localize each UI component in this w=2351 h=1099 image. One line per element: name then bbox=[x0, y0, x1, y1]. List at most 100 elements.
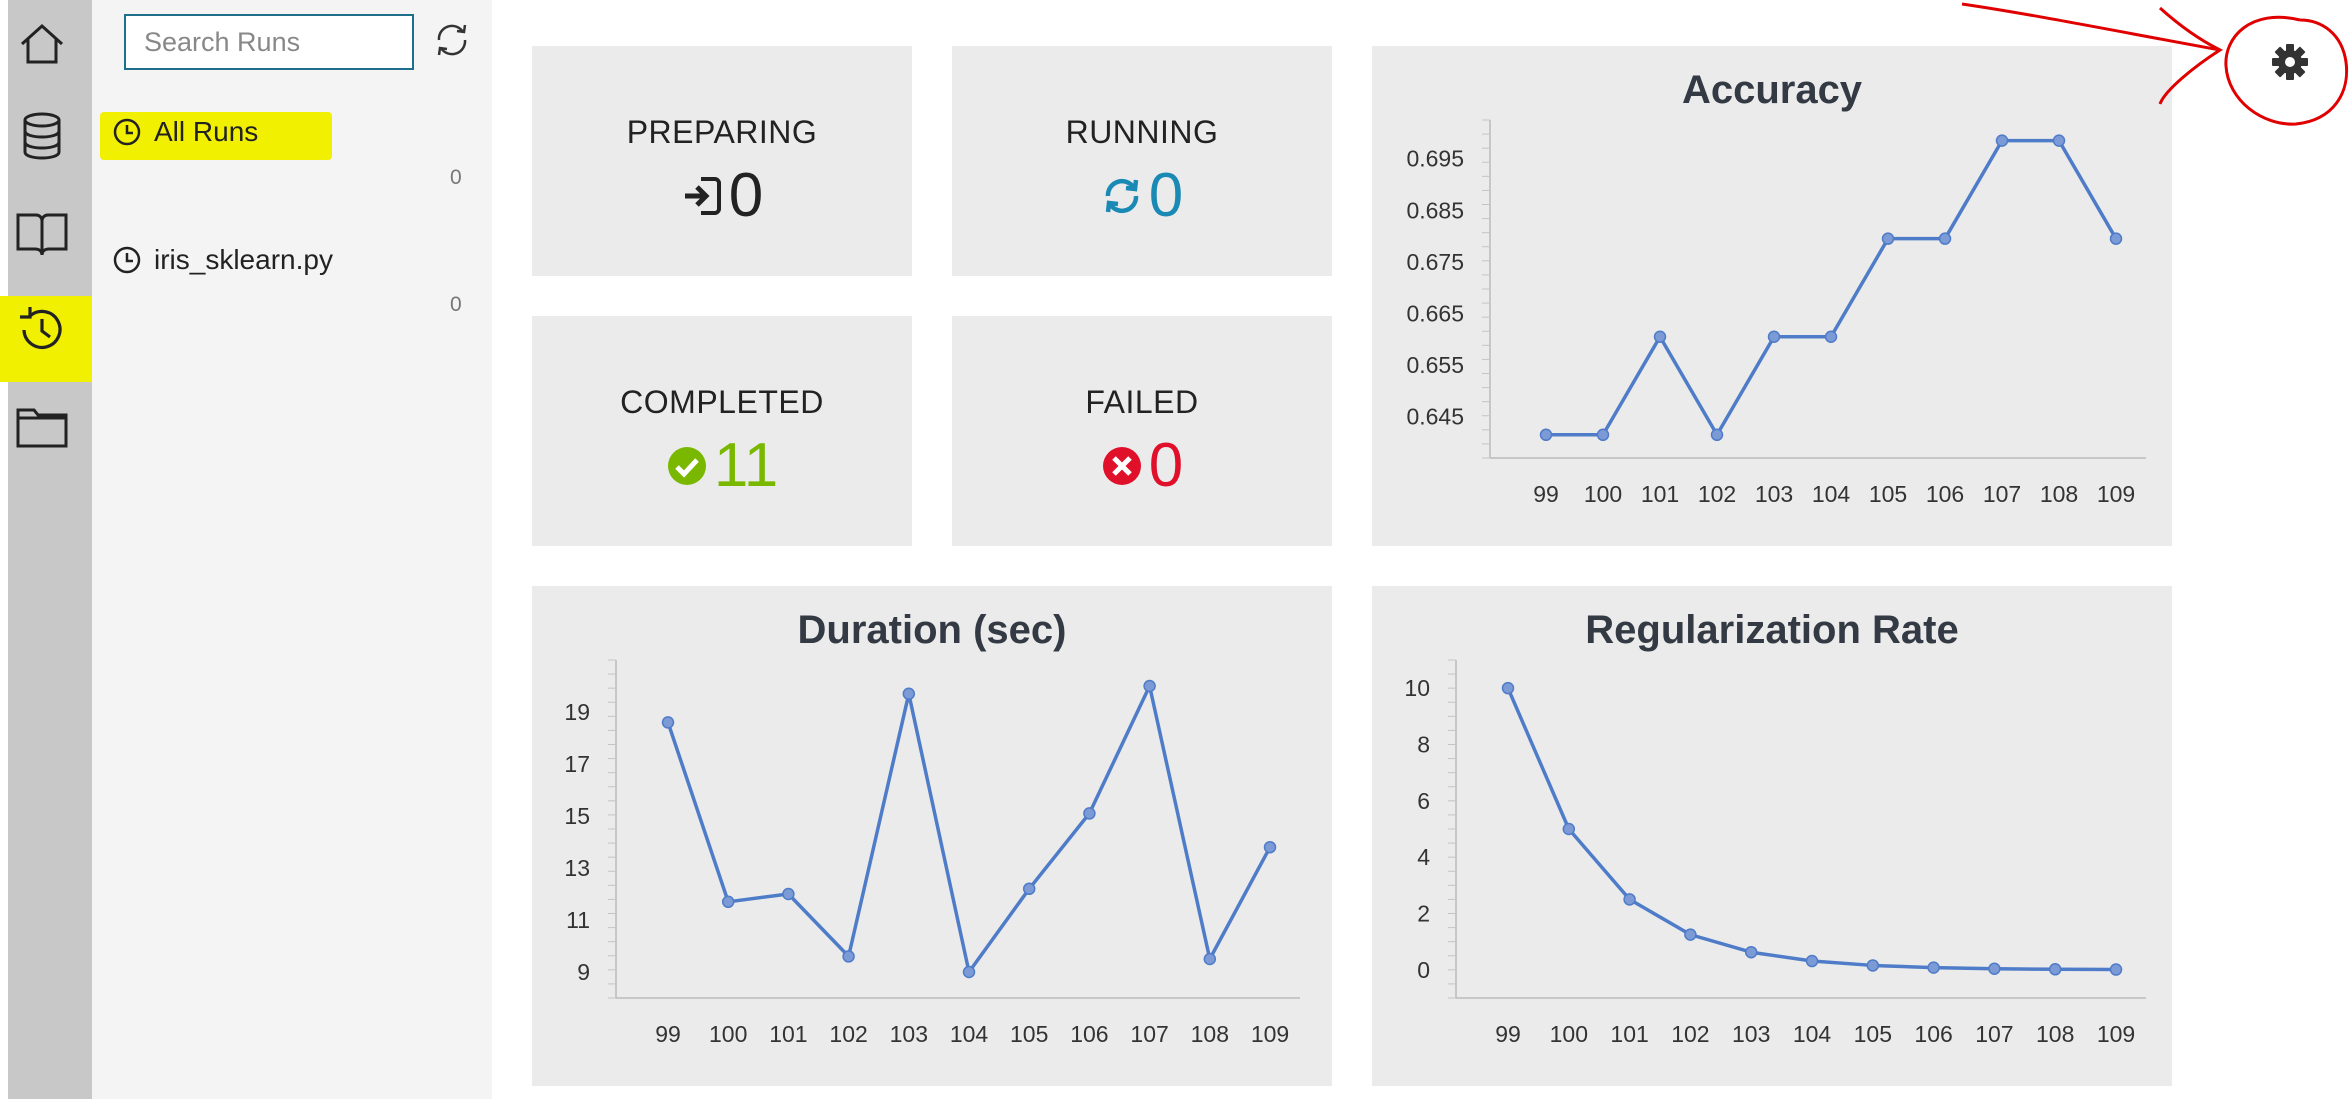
x-tick-label: 102 bbox=[829, 1021, 867, 1047]
times-circle-icon bbox=[1102, 446, 1141, 485]
run-list-item-iris-sklearn[interactable]: iris_sklearn.py bbox=[112, 244, 333, 276]
refresh-icon[interactable] bbox=[432, 20, 472, 60]
x-tick-label: 108 bbox=[1191, 1021, 1229, 1047]
x-tick-label: 109 bbox=[1251, 1021, 1289, 1047]
stat-value: 0 bbox=[952, 430, 1332, 501]
x-tick-label: 102 bbox=[1698, 481, 1736, 507]
y-tick-label: 2 bbox=[1417, 901, 1430, 927]
x-tick-label: 105 bbox=[1854, 1021, 1892, 1047]
y-tick-label: 0.645 bbox=[1406, 404, 1464, 430]
settings-gear-icon[interactable] bbox=[2270, 42, 2310, 82]
y-tick-label: 13 bbox=[564, 855, 590, 881]
clock-icon bbox=[113, 118, 141, 146]
x-tick-label: 99 bbox=[1533, 481, 1559, 507]
run-count: 0 bbox=[450, 166, 462, 189]
data-point bbox=[2048, 963, 2062, 976]
data-point bbox=[842, 950, 855, 963]
icon-rail bbox=[8, 0, 92, 1099]
stat-label: PREPARING bbox=[626, 114, 818, 150]
data-point bbox=[1824, 330, 1838, 343]
data-point bbox=[661, 716, 675, 729]
x-tick-label: 104 bbox=[950, 1021, 989, 1047]
database-icon[interactable] bbox=[14, 108, 70, 164]
data-point bbox=[2109, 963, 2123, 976]
x-tick-label: 101 bbox=[1641, 481, 1679, 507]
data-point bbox=[1805, 954, 1819, 968]
y-tick-label: 10 bbox=[1404, 675, 1430, 701]
data-point bbox=[1022, 882, 1036, 896]
x-tick-label: 109 bbox=[2097, 481, 2135, 507]
data-point bbox=[1501, 681, 1515, 695]
series-line bbox=[666, 684, 1272, 974]
y-tick-label: 11 bbox=[566, 907, 590, 933]
folder-icon[interactable] bbox=[14, 398, 70, 454]
x-tick-label: 109 bbox=[2097, 1021, 2135, 1047]
history-icon[interactable] bbox=[14, 302, 70, 358]
data-point bbox=[1881, 232, 1895, 245]
y-tick-label: 17 bbox=[564, 751, 590, 777]
data-point bbox=[1653, 330, 1667, 343]
stat-label: FAILED bbox=[1085, 384, 1199, 420]
x-tick-label: 101 bbox=[769, 1021, 807, 1047]
book-icon[interactable] bbox=[14, 205, 70, 261]
data-point bbox=[721, 895, 735, 909]
x-tick-label: 100 bbox=[1550, 1021, 1588, 1047]
x-tick-label: 104 bbox=[1793, 1021, 1832, 1047]
stat-value: 11 bbox=[532, 430, 912, 501]
data-point bbox=[1744, 945, 1758, 959]
data-point bbox=[1539, 428, 1553, 442]
home-icon[interactable] bbox=[14, 14, 70, 70]
run-item-label: iris_sklearn.py bbox=[154, 244, 333, 275]
y-tick-label: 6 bbox=[1417, 788, 1430, 814]
check-circle-icon bbox=[667, 446, 706, 485]
data-point bbox=[962, 965, 976, 979]
annotation-arrowhead bbox=[2158, 6, 2224, 105]
stat-card-completed: COMPLETED 11 bbox=[532, 316, 912, 546]
data-point bbox=[1988, 962, 2001, 975]
stat-card-preparing: PREPARING 0 bbox=[532, 46, 912, 276]
x-tick-label: 106 bbox=[1070, 1021, 1108, 1047]
data-point bbox=[1710, 428, 1724, 442]
stat-card-running: RUNNING 0 bbox=[952, 46, 1332, 276]
data-point bbox=[1143, 679, 1156, 693]
y-tick-label: 0.665 bbox=[1406, 301, 1464, 327]
x-tick-label: 99 bbox=[655, 1021, 681, 1047]
runs-panel bbox=[92, 0, 492, 1099]
x-tick-label: 106 bbox=[1914, 1021, 1952, 1047]
y-tick-label: 9 bbox=[577, 959, 590, 985]
data-point bbox=[1684, 928, 1697, 941]
stat-value: 0 bbox=[952, 160, 1332, 231]
duration-plot: 9 11 13 15 17 19 99 100 101 102 103 104 105 106 107 108… bbox=[564, 659, 1300, 1047]
x-tick-label: 107 bbox=[1975, 1021, 2013, 1047]
data-point bbox=[1083, 807, 1096, 820]
duration-chart: Duration (sec) 9 11 13 15 17 19 99 100 101 102 103… bbox=[532, 586, 1332, 1086]
data-point bbox=[2109, 232, 2123, 245]
y-tick-label: 0.685 bbox=[1406, 197, 1464, 223]
x-tick-label: 100 bbox=[1584, 481, 1622, 507]
data-point bbox=[1938, 232, 1952, 245]
stat-label: RUNNING bbox=[1065, 114, 1219, 150]
x-tick-label: 102 bbox=[1671, 1021, 1709, 1047]
data-point bbox=[902, 687, 916, 701]
data-point bbox=[782, 887, 795, 901]
series-line bbox=[1546, 138, 2118, 437]
search-input[interactable] bbox=[124, 14, 414, 70]
y-tick-label: 8 bbox=[1417, 732, 1430, 758]
data-point bbox=[1866, 959, 1880, 972]
regularization-plot: 0 2 4 6 8 10 99 100 101 102 103 104 105 106 107 108 109 bbox=[1404, 659, 2146, 1047]
data-point bbox=[1562, 822, 1576, 836]
stat-card-failed: FAILED 0 bbox=[952, 316, 1332, 546]
x-tick-label: 108 bbox=[2040, 481, 2078, 507]
run-list-item-all-runs[interactable]: All Runs bbox=[112, 116, 258, 148]
x-tick-label: 99 bbox=[1495, 1021, 1521, 1047]
y-tick-label: 0 bbox=[1417, 957, 1430, 983]
y-tick-label: 0.695 bbox=[1406, 146, 1464, 172]
x-tick-label: 107 bbox=[1130, 1021, 1168, 1047]
preparing-count: 0 bbox=[728, 161, 764, 230]
y-tick-label: 19 bbox=[564, 699, 590, 725]
completed-count: 11 bbox=[713, 431, 779, 500]
series-line bbox=[1506, 687, 2117, 972]
x-tick-label: 101 bbox=[1610, 1021, 1648, 1047]
x-tick-label: 105 bbox=[1869, 481, 1907, 507]
x-tick-label: 103 bbox=[1732, 1021, 1770, 1047]
